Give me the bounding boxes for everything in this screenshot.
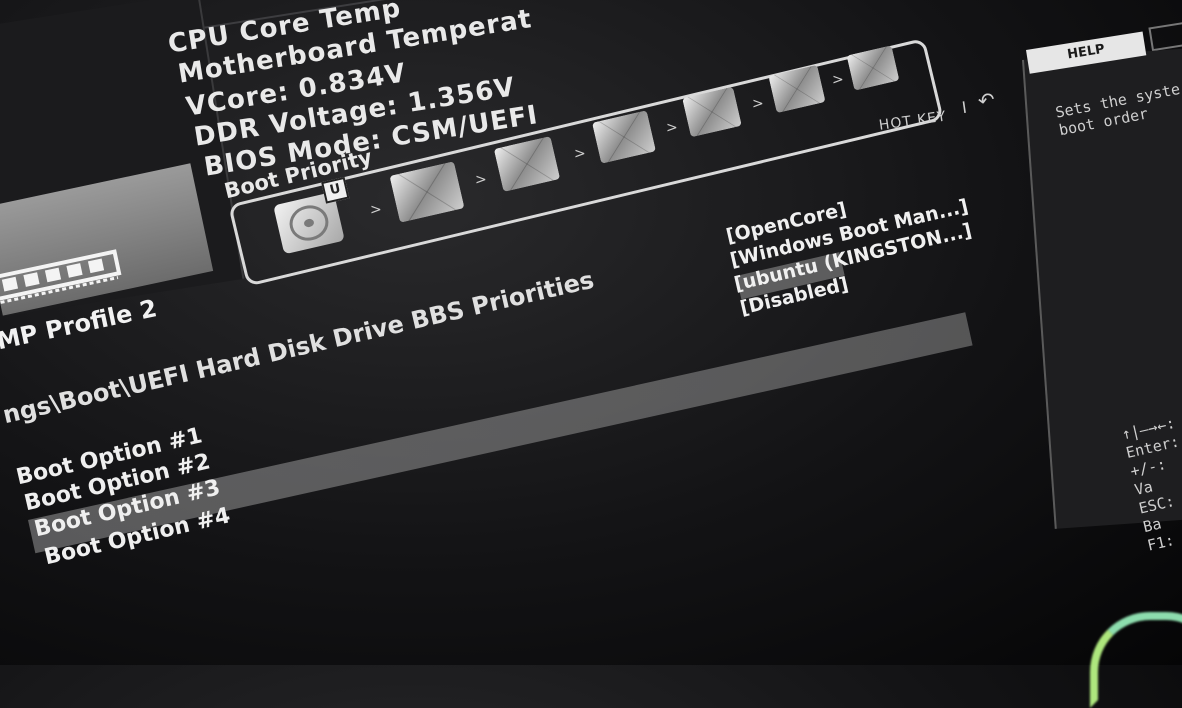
corner-frame (1148, 20, 1182, 52)
rgb-glow (1090, 612, 1182, 708)
boot-arrow: > (752, 96, 764, 112)
bios-screen: MP Profile 2 CPU Core Temp Motherboard T… (0, 0, 1182, 708)
boot-arrow: > (574, 146, 586, 162)
boot-arrow: > (370, 202, 382, 218)
boot-arrow: > (832, 72, 844, 88)
hotkey-separator: I (960, 97, 969, 118)
boot-arrow: > (666, 120, 678, 136)
undo-icon[interactable]: ↶ (976, 87, 996, 113)
boot-arrow: > (475, 172, 487, 188)
